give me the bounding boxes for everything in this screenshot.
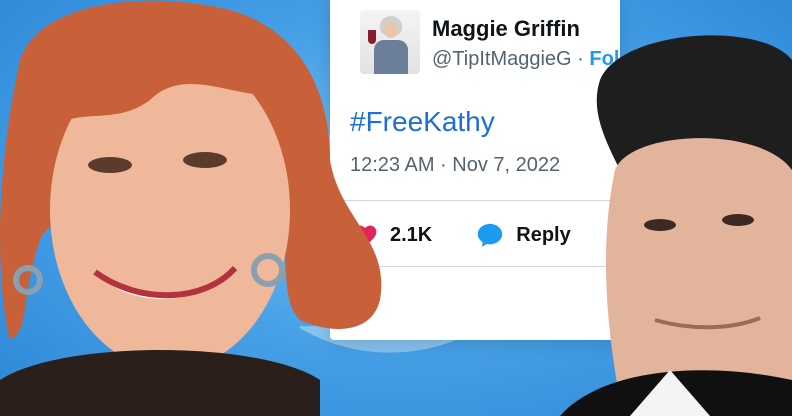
reply-icon [478, 223, 503, 247]
display-name[interactable]: Maggie Griffin [432, 16, 580, 42]
woman-photo-cutout [0, 0, 382, 416]
man-photo-cutout [560, 35, 792, 416]
user-handle[interactable]: @TipItMaggieG [432, 48, 572, 70]
article-hero-image: Maggie Griffin @TipItMaggieG · Fol #Free… [0, 0, 792, 416]
reply-button[interactable]: Reply [476, 222, 571, 248]
